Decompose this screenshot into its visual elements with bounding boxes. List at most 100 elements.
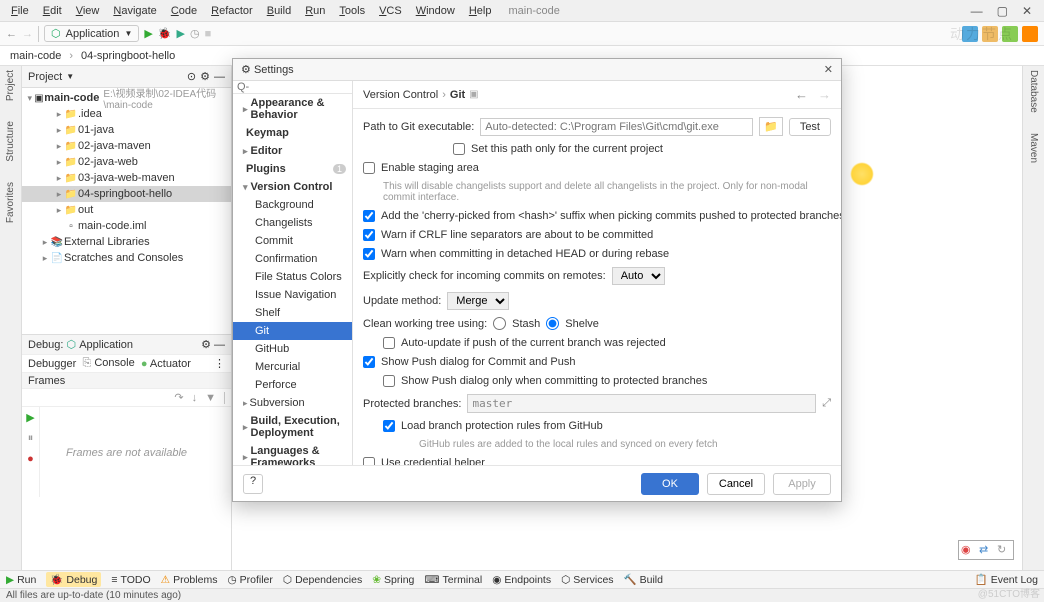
auto-update-check[interactable] xyxy=(383,337,395,349)
strip-deps[interactable]: ⬡ Dependencies xyxy=(283,574,362,586)
settings-subcategory[interactable]: Shelf xyxy=(233,304,352,322)
tool-icon[interactable]: ◉ xyxy=(961,543,975,557)
menu-window[interactable]: Window xyxy=(409,3,462,19)
left-stripe-structure[interactable]: Structure xyxy=(5,121,16,162)
debug-tab-console[interactable]: ⎘ Console xyxy=(82,357,134,370)
tree-node[interactable]: ▸ 📁 out xyxy=(22,202,231,218)
maximize-icon[interactable]: ▢ xyxy=(997,4,1008,18)
tree-node[interactable]: ▸ 📚 External Libraries xyxy=(22,234,231,250)
breadcrumb-item[interactable]: 04-springboot-hello xyxy=(77,50,179,62)
menu-help[interactable]: Help xyxy=(462,3,499,19)
menu-navigate[interactable]: Navigate xyxy=(106,3,163,19)
settings-subcategory[interactable]: Perforce xyxy=(233,376,352,394)
protected-branches-input[interactable] xyxy=(467,394,816,413)
tree-node[interactable]: ▸ 📄 Scratches and Consoles xyxy=(22,250,231,266)
menu-edit[interactable]: Edit xyxy=(36,3,69,19)
strip-debug[interactable]: 🐞 Debug xyxy=(46,572,101,587)
profile-icon[interactable]: ◷ xyxy=(190,27,200,40)
settings-category[interactable]: ▸Build, Execution, Deployment xyxy=(233,412,352,442)
strip-terminal[interactable]: ⌨ Terminal xyxy=(424,574,482,586)
menu-code[interactable]: Code xyxy=(164,3,204,19)
more-icon[interactable]: ⋮ xyxy=(214,357,225,370)
strip-run[interactable]: ▶ Run xyxy=(6,574,36,586)
menu-vcs[interactable]: VCS xyxy=(372,3,409,19)
nav-fwd-icon[interactable]: → xyxy=(818,87,831,102)
hide-icon[interactable]: — xyxy=(214,339,225,351)
frames-tab[interactable]: Frames xyxy=(28,375,65,387)
settings-subcategory[interactable]: GitHub xyxy=(233,340,352,358)
close-icon[interactable]: ✕ xyxy=(824,63,833,76)
debug-tab-debugger[interactable]: Debugger xyxy=(28,358,76,370)
coverage-icon[interactable]: ▶ xyxy=(177,27,185,40)
strip-build[interactable]: 🔨 Build xyxy=(624,573,663,586)
chevron-down-icon[interactable]: ▼ xyxy=(66,72,74,81)
tree-node[interactable]: ▫ main-code.iml xyxy=(22,218,231,234)
resume-icon[interactable]: ▶ xyxy=(26,411,34,424)
gear-icon[interactable]: ⚙ xyxy=(200,70,210,83)
breadcrumb-item[interactable]: main-code xyxy=(6,50,65,62)
left-stripe-favorites[interactable]: Favorites xyxy=(5,182,16,223)
crumb-vc[interactable]: Version Control xyxy=(363,89,438,101)
dialog-titlebar[interactable]: ⚙ Settings ✕ xyxy=(233,59,841,81)
settings-subcategory[interactable]: Confirmation xyxy=(233,250,352,268)
stash-radio[interactable] xyxy=(493,317,506,330)
strip-profiler[interactable]: ◷ Profiler xyxy=(227,574,272,586)
settings-category[interactable]: ▸Appearance & Behavior xyxy=(233,94,352,124)
shelve-radio[interactable] xyxy=(546,317,559,330)
settings-category[interactable]: ▸Editor xyxy=(233,142,352,160)
pause-icon[interactable]: ⏸ xyxy=(28,432,34,445)
git-path-input[interactable] xyxy=(480,118,753,136)
strip-endpoints[interactable]: ◉ Endpoints xyxy=(492,574,551,586)
settings-category[interactable]: Plugins1 xyxy=(233,160,352,178)
ok-button[interactable]: OK xyxy=(641,473,699,495)
stop-icon[interactable]: ■ xyxy=(205,28,212,40)
test-button[interactable]: Test xyxy=(789,118,831,136)
step-icon[interactable]: ↓ xyxy=(192,392,198,404)
show-push-check[interactable] xyxy=(363,356,375,368)
update-method-select[interactable]: Merge xyxy=(447,292,509,310)
menu-view[interactable]: View xyxy=(69,3,107,19)
bp-icon[interactable]: ● xyxy=(27,453,34,465)
tool-icon[interactable]: ↻ xyxy=(997,543,1011,557)
tree-node[interactable]: ▸ 📁 02-java-web xyxy=(22,154,231,170)
settings-subcategory[interactable]: Commit xyxy=(233,232,352,250)
expand-icon[interactable]: ⤢ xyxy=(822,397,831,410)
strip-spring[interactable]: ❀ Spring xyxy=(372,574,414,586)
tree-root[interactable]: ▾ ▣ main-code E:\视频录制\02-IDEA代码\main-cod… xyxy=(22,90,231,106)
help-button[interactable]: ? xyxy=(243,474,263,494)
settings-subcategory[interactable]: Changelists xyxy=(233,214,352,232)
enable-staging-check[interactable] xyxy=(363,162,375,174)
fwd-arrow-icon[interactable]: → xyxy=(22,28,33,40)
cherry-pick-check[interactable] xyxy=(363,210,375,222)
close-icon[interactable]: ✕ xyxy=(1022,4,1032,18)
show-push-protected-check[interactable] xyxy=(383,375,395,387)
browse-icon[interactable]: 📁 xyxy=(759,117,783,136)
floating-toolbar[interactable]: ◉ ⇄ ↻ xyxy=(958,540,1014,560)
step-icon[interactable]: ↷ xyxy=(174,391,183,404)
run-config-combo[interactable]: ⬡ Application ▼ xyxy=(44,25,139,42)
detached-check[interactable] xyxy=(363,248,375,260)
tree-node[interactable]: ▸ 📁 04-springboot-hello xyxy=(22,186,231,202)
cancel-button[interactable]: Cancel xyxy=(707,473,765,495)
settings-subcategory[interactable]: File Status Colors xyxy=(233,268,352,286)
strip-services[interactable]: ⬡ Services xyxy=(561,574,613,586)
tool-icon[interactable]: ⇄ xyxy=(979,543,993,557)
settings-search-input[interactable] xyxy=(237,81,348,93)
settings-subcategory[interactable]: Background xyxy=(233,196,352,214)
tree-node[interactable]: ▸ 📁 01-java xyxy=(22,122,231,138)
debug-icon[interactable]: 🐞 xyxy=(158,27,172,40)
cred-helper-check[interactable] xyxy=(363,457,375,465)
tree-node[interactable]: ▸ 📁 03-java-web-maven xyxy=(22,170,231,186)
left-stripe-project[interactable]: Project xyxy=(5,70,16,101)
incoming-select[interactable]: Auto xyxy=(612,267,665,285)
collapse-icon[interactable]: — xyxy=(214,71,225,83)
settings-subcategory[interactable]: Mercurial xyxy=(233,358,352,376)
strip-problems[interactable]: ⚠ Problems xyxy=(161,574,218,586)
menu-build[interactable]: Build xyxy=(260,3,298,19)
tb-icon-4[interactable] xyxy=(1022,26,1038,42)
nav-back-icon[interactable]: ← xyxy=(795,87,808,102)
run-icon[interactable]: ▶ xyxy=(144,27,152,40)
settings-subcategory[interactable]: Git xyxy=(233,322,352,340)
load-rules-check[interactable] xyxy=(383,420,395,432)
crlf-check[interactable] xyxy=(363,229,375,241)
